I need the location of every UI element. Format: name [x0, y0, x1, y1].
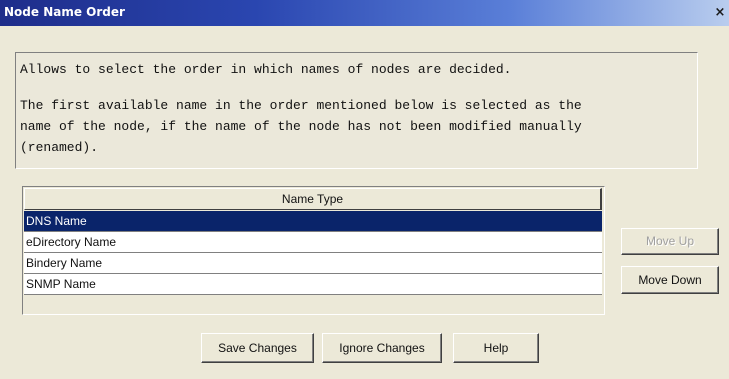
- help-button[interactable]: Help: [453, 333, 539, 363]
- description-line-3: name of the node, if the name of the nod…: [20, 119, 582, 134]
- move-down-button[interactable]: Move Down: [621, 266, 719, 294]
- description-line-1: Allows to select the order in which name…: [20, 62, 512, 77]
- table-row-dns-name[interactable]: DNS Name: [24, 211, 602, 232]
- save-changes-button[interactable]: Save Changes: [201, 333, 314, 363]
- table-row-snmp-name[interactable]: SNMP Name: [24, 274, 602, 295]
- description-line-4: (renamed).: [20, 140, 99, 155]
- ignore-changes-button[interactable]: Ignore Changes: [322, 333, 442, 363]
- column-header-name-type[interactable]: Name Type: [24, 188, 602, 210]
- description-panel: Allows to select the order in which name…: [15, 52, 698, 169]
- table-row-edirectory-name[interactable]: eDirectory Name: [24, 232, 602, 253]
- name-type-table: Name Type DNS Name eDirectory Name Binde…: [22, 186, 605, 315]
- window-title: Node Name Order: [4, 5, 125, 19]
- description-line-2: The first available name in the order me…: [20, 98, 582, 113]
- close-icon[interactable]: ×: [713, 6, 727, 20]
- move-up-button[interactable]: Move Up: [621, 228, 719, 255]
- title-bar: Node Name Order ×: [0, 0, 729, 26]
- table-row-bindery-name[interactable]: Bindery Name: [24, 253, 602, 274]
